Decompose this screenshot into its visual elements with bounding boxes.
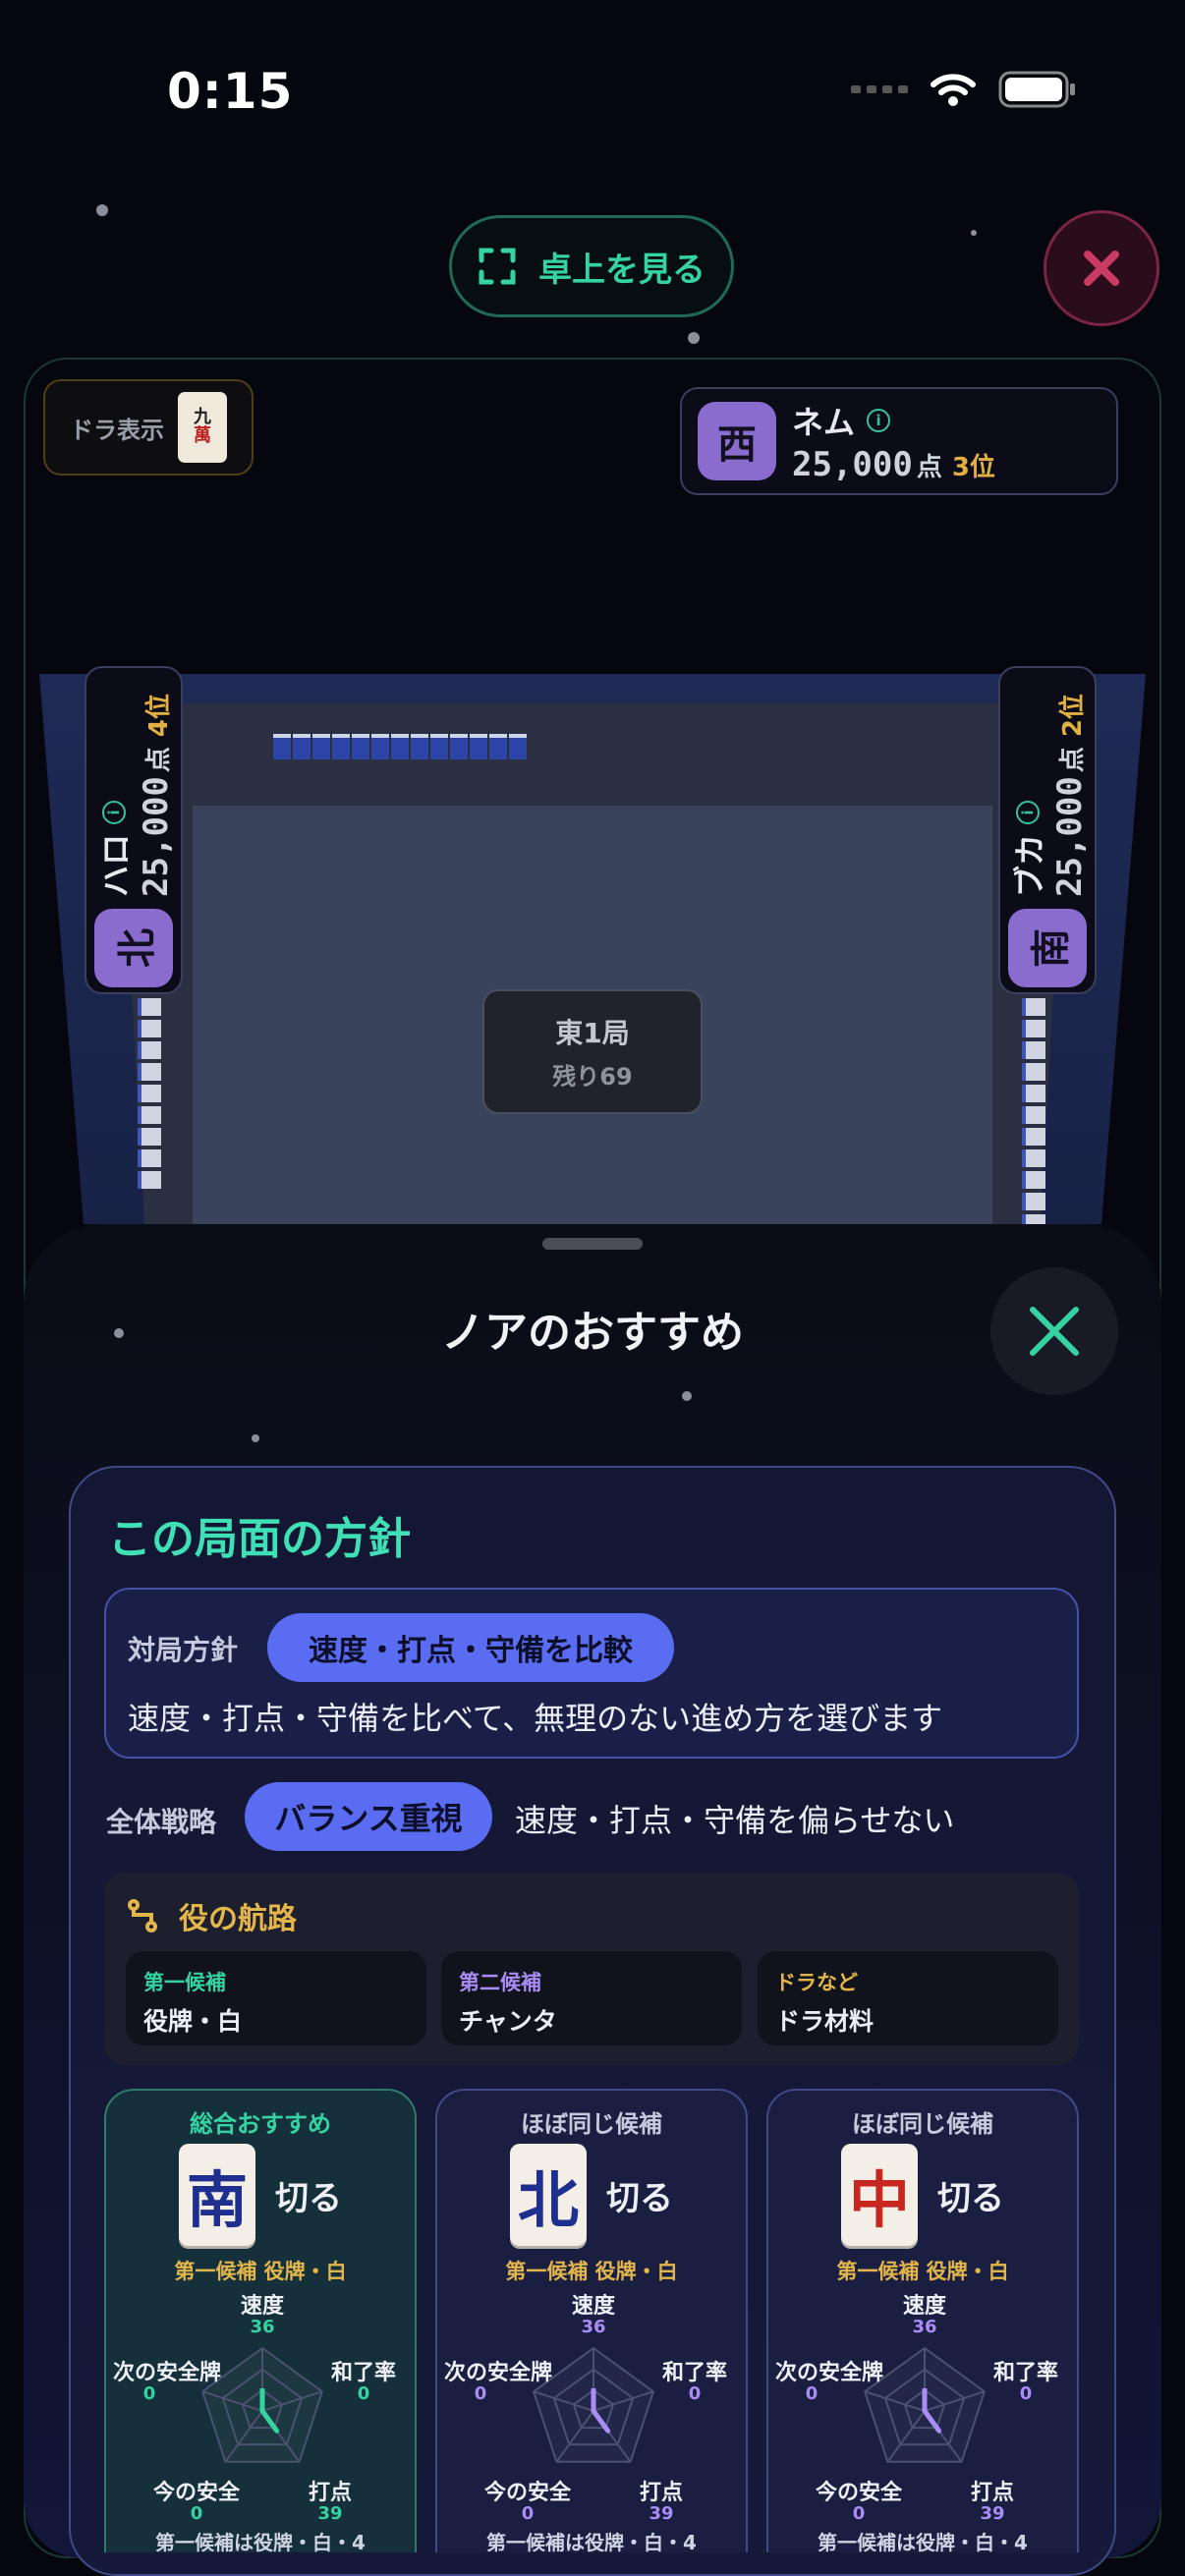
radar-label-points: 打点 (309, 2480, 352, 2505)
candidate-heading: ほぼ同じ候補 (521, 2110, 662, 2138)
candidate-radar: 速度36和了率0打点39今の安全0次の安全牌0 (775, 2293, 1058, 2524)
candidate-action: 切る (937, 2179, 1004, 2218)
radar-value-next-safe: 0 (143, 2383, 156, 2404)
candidate-tile: 南 (179, 2144, 255, 2246)
candidate-footnote: 第一候補は役牌・白・4 (486, 2531, 697, 2552)
radar-value-safety-now: 0 (191, 2503, 203, 2524)
candidate-note: 第一候補 役牌・白 (174, 2260, 347, 2283)
candidate-action: 切る (606, 2179, 673, 2218)
radar-label-next-safe: 次の安全牌 (444, 2360, 552, 2385)
radar-label-safety-now: 今の安全 (153, 2480, 241, 2505)
candidate-footnote: 第一候補は役牌・白・4 (818, 2531, 1028, 2552)
radar-label-speed: 速度 (241, 2293, 285, 2319)
radar-value-speed: 36 (912, 2317, 936, 2337)
candidate-radar: 速度36和了率0打点39今の安全0次の安全牌0 (444, 2293, 727, 2524)
radar-value-speed: 36 (581, 2317, 605, 2337)
candidate-heading: 総合おすすめ (190, 2110, 331, 2138)
radar-label-points: 打点 (640, 2480, 683, 2505)
radar-label-speed: 速度 (572, 2293, 616, 2319)
candidate-tile: 中 (841, 2144, 918, 2246)
radar-label-safety-now: 今の安全 (816, 2480, 903, 2505)
radar-value-winrate: 0 (358, 2383, 370, 2404)
candidate-card[interactable]: 総合おすすめ 南 切る 第一候補 役牌・白 速度 36 和了率 0 打点 39 今の安全 0 次… (104, 2089, 417, 2552)
candidate-note: 第一候補 役牌・白 (505, 2260, 678, 2283)
radar-label-points: 打点 (971, 2480, 1014, 2505)
radar-label-safety-now: 今の安全 (484, 2480, 572, 2505)
radar-value-safety-now: 0 (853, 2503, 866, 2524)
radar-value-speed: 36 (250, 2317, 274, 2337)
radar-value-points: 39 (980, 2503, 1004, 2524)
candidate-card[interactable]: ほぼ同じ候補 中 切る 第一候補 役牌・白 速度 36 和了率 0 打点 39 今の安全 0 次… (766, 2089, 1079, 2552)
candidate-tile: 北 (510, 2144, 587, 2246)
candidates-clip: 総合おすすめ 南 切る 第一候補 役牌・白 速度 36 和了率 0 打点 39 今の安全 0 次… (0, 0, 1185, 2552)
radar-label-winrate: 和了率 (331, 2360, 396, 2385)
radar-label-next-safe: 次の安全牌 (775, 2360, 883, 2385)
radar-label-winrate: 和了率 (662, 2360, 727, 2385)
radar-value-next-safe: 0 (806, 2383, 818, 2404)
candidate-note: 第一候補 役牌・白 (836, 2260, 1009, 2283)
candidate-action: 切る (275, 2179, 342, 2218)
radar-label-winrate: 和了率 (993, 2360, 1058, 2385)
radar-value-safety-now: 0 (522, 2503, 535, 2524)
radar-value-next-safe: 0 (475, 2383, 487, 2404)
radar-value-winrate: 0 (689, 2383, 702, 2404)
radar-value-points: 39 (649, 2503, 673, 2524)
candidate-heading: ほぼ同じ候補 (852, 2110, 993, 2138)
candidate-card[interactable]: ほぼ同じ候補 北 切る 第一候補 役牌・白 速度 36 和了率 0 打点 39 今の安全 0 次… (435, 2089, 748, 2552)
radar-value-winrate: 0 (1020, 2383, 1033, 2404)
radar-value-points: 39 (317, 2503, 342, 2524)
radar-label-next-safe: 次の安全牌 (113, 2360, 221, 2385)
candidate-radar: 速度36和了率0打点39今の安全0次の安全牌0 (113, 2293, 396, 2524)
candidate-footnote: 第一候補は役牌・白・4 (155, 2531, 366, 2552)
radar-label-speed: 速度 (903, 2293, 947, 2319)
